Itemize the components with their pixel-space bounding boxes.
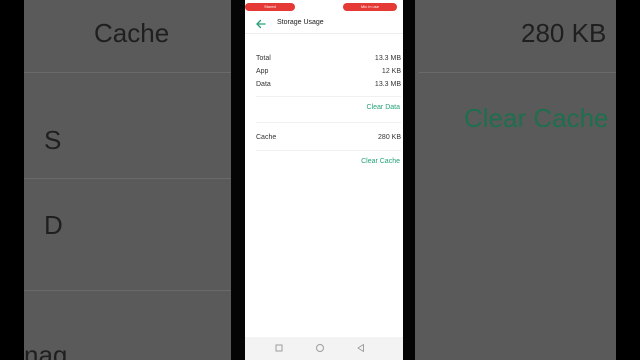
row-label: Cache [256,134,277,141]
arrow-left-icon[interactable] [254,17,268,31]
clear-cache-button[interactable]: Clear Cache [361,158,400,165]
section-divider [256,122,401,123]
bg-divider [419,72,616,73]
left-bezel [231,0,245,360]
circle-icon[interactable] [315,343,325,353]
section-divider [256,150,401,151]
system-nav-bar [245,337,403,360]
status-pill-right: Mic in use [343,3,397,11]
storage-row-app: App 12 KB [256,68,401,78]
status-bar: Stored Mic in use [245,3,403,12]
row-value: 13.3 MB [374,81,401,88]
storage-row-data: Data 13.3 MB [256,81,401,91]
bg-clear-cache: Clear Cache [464,103,609,133]
bg-divider [24,178,234,179]
video-frame: Cache 280 KB S Clear Cache D nag Stored … [0,0,640,360]
row-label: Data [256,81,271,88]
right-bezel [403,0,415,360]
bg-cache-label: Cache [94,18,170,48]
bg-fragment-nag: nag [24,340,68,360]
page-title: Storage Usage [277,19,324,26]
storage-row-total: Total 13.3 MB [256,55,401,65]
phone-screen: Stored Mic in use Storage Usage Total 13… [245,0,403,360]
row-label: App [256,68,269,75]
header-divider [245,33,403,34]
row-value: 13.3 MB [374,55,401,62]
bg-fragment-d: D [44,210,63,240]
bg-cache-value: 280 KB [521,18,607,48]
cache-row: Cache 280 KB [256,134,401,144]
status-pill-left: Stored [245,3,295,11]
square-icon[interactable] [274,343,284,353]
row-value: 280 KB [378,134,401,141]
row-value: 12 KB [381,68,401,75]
bg-divider [24,72,234,73]
triangle-icon[interactable] [356,343,366,353]
row-label: Total [256,55,271,62]
bg-divider [24,290,234,291]
clear-data-button[interactable]: Clear Data [367,104,400,111]
bg-fragment-s: S [44,125,62,155]
app-header: Storage Usage [245,14,403,34]
section-divider [256,96,401,97]
